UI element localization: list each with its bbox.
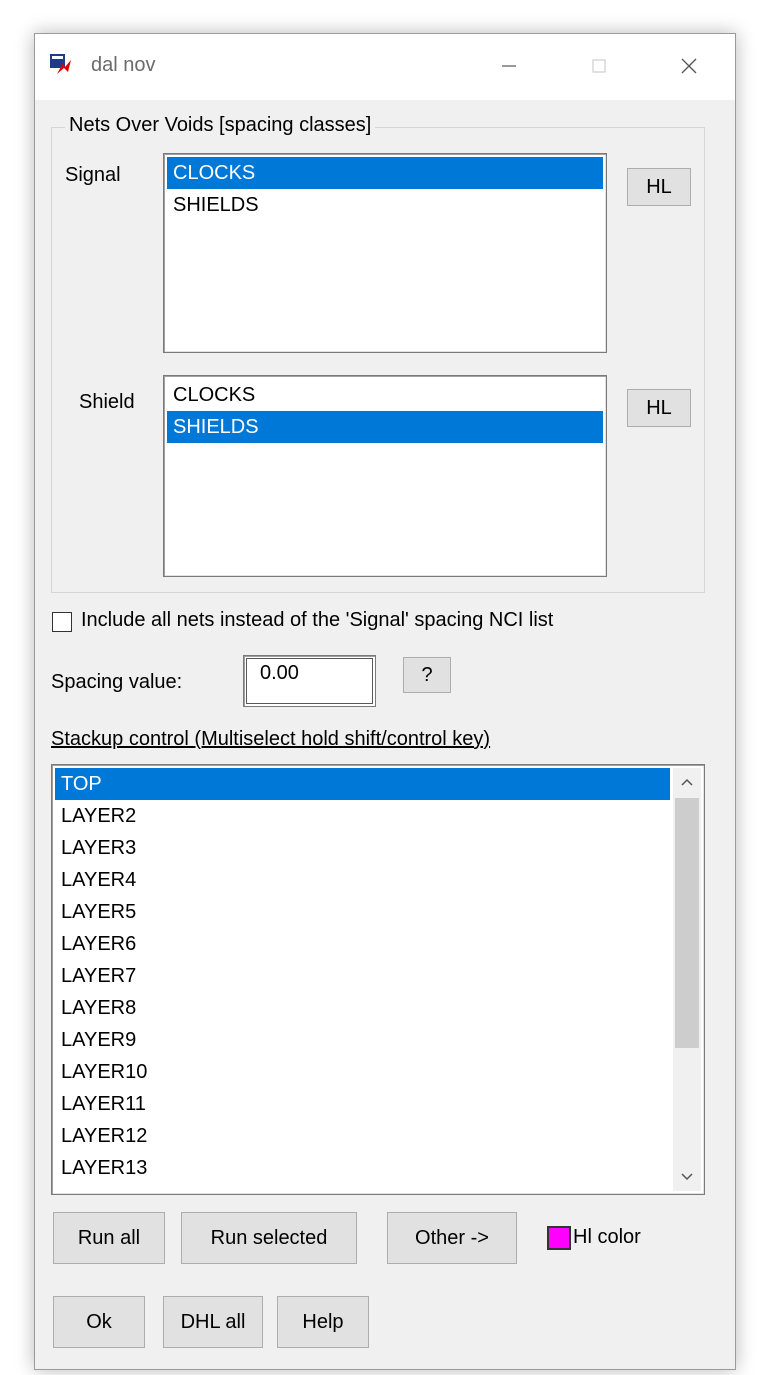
shield-listbox[interactable]: CLOCKS SHIELDS bbox=[163, 375, 607, 577]
list-item[interactable]: LAYER12 bbox=[55, 1120, 670, 1152]
list-item[interactable]: LAYER4 bbox=[55, 864, 670, 896]
other-button[interactable]: Other -> bbox=[387, 1212, 517, 1264]
list-item[interactable]: LAYER9 bbox=[55, 1024, 670, 1056]
shield-label: Shield bbox=[79, 391, 135, 413]
signal-listbox[interactable]: CLOCKS SHIELDS bbox=[163, 153, 607, 353]
list-item[interactable]: SHIELDS bbox=[167, 189, 603, 221]
include-all-nets-checkbox[interactable] bbox=[52, 612, 72, 632]
shield-hl-button[interactable]: HL bbox=[627, 389, 691, 427]
maximize-icon[interactable] bbox=[581, 48, 617, 84]
include-all-nets-label[interactable]: Include all nets instead of the 'Signal'… bbox=[81, 609, 553, 632]
hl-color-swatch[interactable] bbox=[547, 1226, 571, 1250]
help-button[interactable]: Help bbox=[277, 1296, 369, 1348]
run-all-button[interactable]: Run all bbox=[53, 1212, 165, 1264]
window-title: dal nov bbox=[91, 54, 156, 76]
close-icon[interactable] bbox=[671, 48, 707, 84]
scroll-up-icon[interactable] bbox=[673, 768, 701, 796]
list-item[interactable]: CLOCKS bbox=[167, 379, 603, 411]
title-bar[interactable]: dal nov bbox=[35, 34, 735, 100]
dialog-window: dal nov Nets Over Voids [spacing classes… bbox=[34, 33, 736, 1370]
app-icon bbox=[50, 54, 71, 74]
hl-color-label[interactable]: Hl color bbox=[573, 1226, 641, 1249]
list-item[interactable]: LAYER7 bbox=[55, 960, 670, 992]
scroll-thumb[interactable] bbox=[675, 798, 699, 1048]
list-item[interactable]: LAYER5 bbox=[55, 896, 670, 928]
dhl-all-button[interactable]: DHL all bbox=[163, 1296, 263, 1348]
list-item[interactable]: TOP bbox=[55, 768, 670, 800]
signal-hl-button[interactable]: HL bbox=[627, 168, 691, 206]
list-item[interactable]: CLOCKS bbox=[167, 157, 603, 189]
group-title: Nets Over Voids [spacing classes] bbox=[65, 114, 376, 137]
list-item[interactable]: LAYER6 bbox=[55, 928, 670, 960]
spacing-value-input[interactable]: 0.00 bbox=[243, 655, 376, 707]
list-item[interactable]: LAYER11 bbox=[55, 1088, 670, 1120]
stackup-listbox[interactable]: TOP LAYER2 LAYER3 LAYER4 LAYER5 LAYER6 LAYER7 L… bbox=[51, 764, 705, 1195]
list-item[interactable]: LAYER2 bbox=[55, 800, 670, 832]
list-item[interactable]: LAYER8 bbox=[55, 992, 670, 1024]
list-item[interactable]: LAYER13 bbox=[55, 1152, 670, 1184]
scroll-down-icon[interactable] bbox=[673, 1163, 701, 1191]
signal-label: Signal bbox=[65, 164, 121, 186]
list-item[interactable]: LAYER3 bbox=[55, 832, 670, 864]
spacing-label: Spacing value: bbox=[51, 671, 183, 693]
stackup-scrollbar[interactable] bbox=[673, 768, 701, 1191]
list-item[interactable]: LAYER10 bbox=[55, 1056, 670, 1088]
stackup-label: Stackup control (Multiselect hold shift/… bbox=[51, 728, 491, 750]
run-selected-button[interactable]: Run selected bbox=[181, 1212, 357, 1264]
list-item[interactable]: SHIELDS bbox=[167, 411, 603, 443]
spacing-help-button[interactable]: ? bbox=[403, 657, 451, 693]
ok-button[interactable]: Ok bbox=[53, 1296, 145, 1348]
minimize-icon[interactable] bbox=[491, 48, 527, 84]
